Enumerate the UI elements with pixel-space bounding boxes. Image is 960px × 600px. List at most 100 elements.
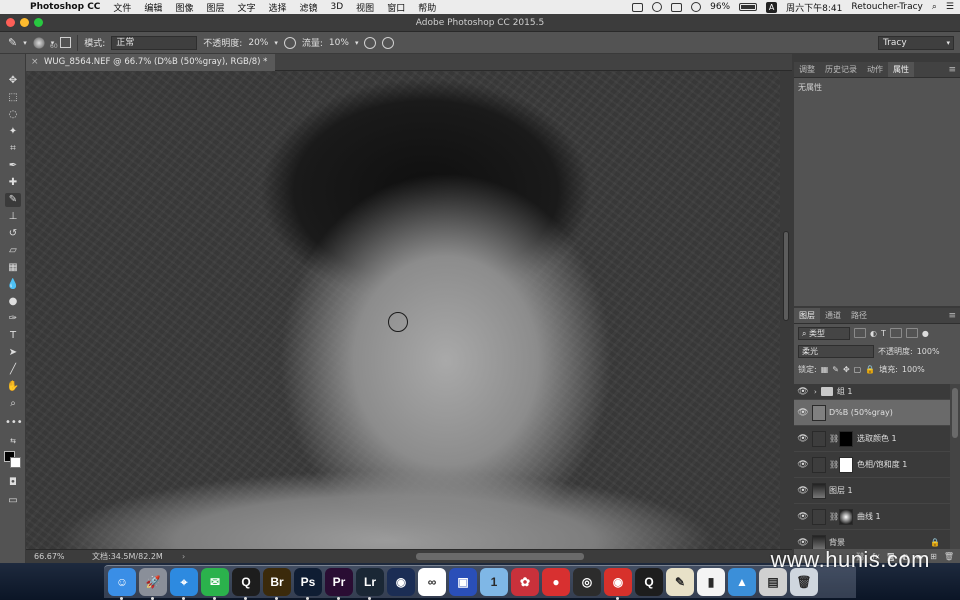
hand-tool-icon[interactable]: ✋ [5, 380, 21, 394]
lock-all-icon[interactable]: 🔒 [865, 365, 875, 374]
visibility-eye-icon[interactable]: 👁 [794, 460, 812, 470]
layers-scroll-thumb[interactable] [952, 388, 958, 438]
minimize-window-button[interactable] [20, 18, 29, 27]
dock-app-lightroom-icon[interactable]: Lr [356, 568, 384, 600]
visibility-eye-icon[interactable]: 👁 [794, 538, 812, 548]
pen-tool-icon[interactable]: ✑ [5, 312, 21, 326]
menu-file[interactable]: 文件 [113, 1, 131, 14]
workspace-select[interactable]: Tracy ▾ [878, 36, 954, 50]
mask-link-icon[interactable]: ⛓ [829, 512, 839, 521]
layer-row-selective-color[interactable]: 👁 ⛓ 选取颜色 1 [794, 426, 950, 452]
search-icon[interactable]: ⌕ [932, 2, 937, 12]
dock-app-1password-icon[interactable]: 1 [480, 568, 508, 596]
visibility-eye-icon[interactable]: 👁 [794, 512, 812, 522]
brush-panel-toggle-icon[interactable] [60, 37, 72, 48]
blend-mode-select[interactable]: 柔光 [798, 344, 874, 358]
brush-tool-icon[interactable]: ✎ [5, 193, 21, 207]
dock-app-netease-music-icon[interactable]: ◉ [604, 568, 632, 600]
opacity-chevron-icon[interactable]: ▾ [274, 39, 278, 47]
brush-size-preview-icon[interactable] [32, 36, 45, 49]
background-color-swatch[interactable] [10, 457, 21, 468]
menu-image[interactable]: 图像 [175, 1, 193, 14]
dock-app-finder-icon[interactable]: ☺ [108, 568, 136, 600]
battery-icon[interactable] [739, 3, 758, 11]
menu-type[interactable]: 文字 [237, 1, 255, 14]
menu-3d[interactable]: 3D [331, 2, 344, 12]
filter-pixel-icon[interactable] [854, 328, 866, 338]
crop-tool-icon[interactable]: ⌗ [5, 142, 21, 156]
input-method-icon[interactable]: A [766, 1, 778, 13]
healing-brush-tool-icon[interactable]: ✚ [5, 176, 21, 190]
visibility-eye-icon[interactable]: 👁 [794, 387, 812, 397]
group-expand-icon[interactable]: › [814, 388, 817, 396]
menu-window[interactable]: 窗口 [387, 1, 405, 14]
zoom-level[interactable]: 66.67% [34, 550, 65, 563]
dock-app-launchpad-icon[interactable]: 🚀 [139, 568, 167, 600]
menu-clock[interactable]: 周六下午8:41 [786, 1, 842, 14]
layer-mask-thumbnail[interactable] [839, 508, 853, 525]
screen-record-icon[interactable] [632, 2, 644, 12]
fill-value[interactable]: 100% [902, 365, 925, 374]
canvas-vertical-scrollbar[interactable] [780, 71, 792, 549]
opacity-value[interactable]: 20% [248, 38, 268, 48]
layer-row-layer-1[interactable]: 👁 图层 1 [794, 478, 950, 504]
more-tools-icon[interactable]: ••• [5, 416, 23, 430]
notification-center-icon[interactable]: ☰ [946, 2, 954, 12]
airplay-icon[interactable] [671, 2, 683, 12]
layer-opacity-value[interactable]: 100% [917, 347, 940, 356]
menu-user[interactable]: Retoucher-Tracy [851, 2, 923, 12]
flow-chevron-icon[interactable]: ▾ [355, 39, 359, 47]
path-select-tool-icon[interactable]: ➤ [5, 346, 21, 360]
move-tool-icon[interactable]: ✥ [5, 74, 21, 88]
visibility-eye-icon[interactable]: 👁 [794, 408, 812, 418]
lock-image-icon[interactable]: ✎ [832, 365, 839, 374]
menu-layer[interactable]: 图层 [206, 1, 224, 14]
layer-row-curves[interactable]: 👁 ⛓ 曲线 1 [794, 504, 950, 530]
filter-adjustment-icon[interactable]: ◐ [870, 329, 877, 338]
close-window-button[interactable] [6, 18, 15, 27]
eyedropper-tool-icon[interactable]: ✒ [5, 159, 21, 173]
app-menu[interactable]: Photoshop CC [30, 2, 100, 12]
tab-channels[interactable]: 通道 [820, 308, 846, 323]
layer-filter-select[interactable]: ⌕ 类型 [798, 326, 850, 340]
dock-app-numbers-icon[interactable]: ▮ [697, 568, 725, 596]
menu-edit[interactable]: 编辑 [144, 1, 162, 14]
properties-menu-icon[interactable]: ≡ [948, 62, 956, 78]
dock-app-wechat-icon[interactable]: ✉ [201, 568, 229, 600]
layer-mask-thumbnail[interactable] [839, 456, 853, 473]
layer-row-hue-saturation[interactable]: 👁 ⛓ 色相/饱和度 1 [794, 452, 950, 478]
tab-actions[interactable]: 动作 [862, 62, 888, 77]
vertical-scroll-thumb[interactable] [783, 231, 789, 321]
tab-history[interactable]: 历史记录 [820, 62, 862, 77]
layer-mask-thumbnail[interactable] [839, 430, 853, 447]
dock-app-cinema-4d-icon[interactable]: ◉ [387, 568, 415, 596]
clone-stamp-tool-icon[interactable]: ⊥ [5, 210, 21, 224]
zoom-window-button[interactable] [34, 18, 43, 27]
filter-toggle-icon[interactable]: ● [922, 329, 929, 338]
layers-scrollbar[interactable] [950, 384, 960, 550]
pressure-opacity-icon[interactable] [283, 36, 296, 49]
dock-app-baidu-netdisk-icon[interactable]: ∞ [418, 568, 446, 596]
menu-help[interactable]: 帮助 [418, 1, 436, 14]
gradient-tool-icon[interactable]: ▦ [5, 261, 21, 275]
dock-app-keynote-icon[interactable]: ▲ [728, 568, 756, 596]
lock-position-icon[interactable]: ✥ [843, 365, 850, 374]
lock-artboard-icon[interactable]: ▢ [854, 365, 862, 374]
filter-shape-icon[interactable] [889, 328, 902, 338]
lock-transparent-icon[interactable]: ▦ [821, 365, 829, 374]
quick-mask-icon[interactable]: ◘ [5, 476, 21, 490]
dock-app-recorder-icon[interactable]: ● [542, 568, 570, 596]
line-tool-icon[interactable]: ╱ [5, 363, 21, 377]
new-layer-icon[interactable]: ⊞ [930, 552, 937, 561]
dock-app-video-editor-icon[interactable]: ▣ [449, 568, 477, 596]
time-machine-icon[interactable] [652, 2, 663, 12]
wifi-icon[interactable] [691, 2, 702, 12]
dock-app-davinci-icon[interactable]: ✿ [511, 568, 539, 596]
lasso-tool-icon[interactable]: ◌ [5, 108, 21, 122]
menu-filter[interactable]: 滤镜 [300, 1, 318, 14]
swap-colors-icon[interactable]: ⇆ [5, 434, 21, 448]
filter-smart-object-icon[interactable] [905, 328, 918, 338]
dock-app-textedit-icon[interactable]: ✎ [666, 568, 694, 596]
preset-chevron-icon[interactable]: ▾ [23, 39, 27, 47]
visibility-eye-icon[interactable]: 👁 [794, 434, 812, 444]
